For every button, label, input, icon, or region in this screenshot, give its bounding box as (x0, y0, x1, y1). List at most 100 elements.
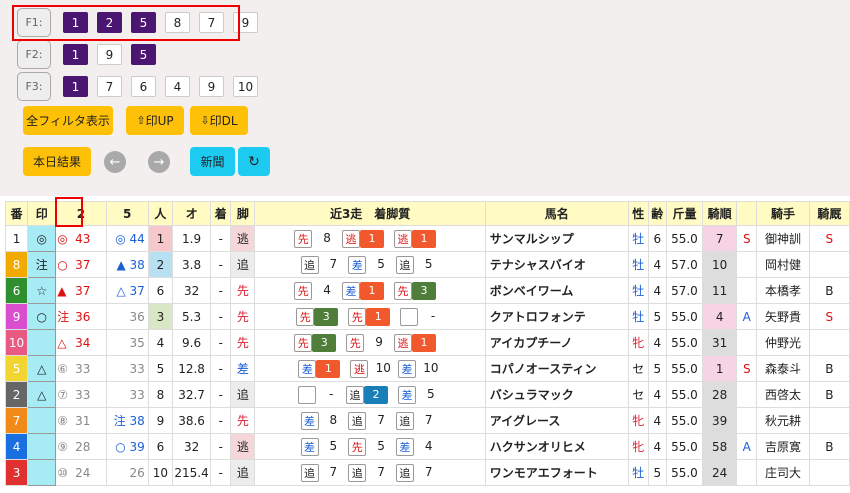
horse-number: 8 (4, 251, 29, 278)
column-header[interactable]: 騎厩 (808, 201, 850, 226)
column-header[interactable]: 騎手 (756, 201, 810, 226)
horse-number: 3 (4, 459, 29, 486)
mark-download-button[interactable]: ⇩ 印DL (190, 106, 248, 135)
filter-chip[interactable]: 10 (233, 76, 258, 97)
filter-chip[interactable]: 5 (131, 12, 156, 33)
finish: - (210, 303, 232, 330)
popularity: 3 (147, 303, 173, 330)
stable-class (808, 407, 850, 434)
show-all-filters-button[interactable]: 全フィルタ表示 (23, 106, 113, 135)
column-header[interactable]: 脚 (230, 201, 256, 226)
column-header[interactable]: 騎順 (702, 201, 738, 226)
filter-label-f2[interactable]: F2: (17, 40, 51, 69)
race-finish: 10 (375, 361, 391, 375)
recent-races: 差 5 先 5 差 4 (254, 433, 486, 460)
race-finish: 1 (411, 229, 436, 248)
race-finish: 7 (424, 413, 433, 427)
table-row[interactable]: 1 ◎ ◎ 43 ◎ 44 1 1.9- 逃先 8 逃 1 逃 1 サンマルシップ牡 6 55.0 7 S 御… (4, 225, 850, 252)
filter-chip[interactable]: 4 (165, 76, 190, 97)
column-header[interactable]: 性 (627, 201, 649, 226)
table-row[interactable]: 2 △ ⑦ 33 33 8 32.7- 追 - 追2差 5 バシュラマックセ 4 55.0 28… (4, 381, 850, 408)
filter-chip[interactable]: 6 (131, 76, 156, 97)
column-header[interactable]: 2 (55, 201, 107, 226)
next-arrow-icon[interactable]: → (148, 151, 170, 173)
column-header[interactable]: 着 (210, 201, 232, 226)
horse-name: バシュラマック (484, 381, 629, 408)
refresh-icon: ↻ (248, 153, 260, 170)
news-button[interactable]: 新聞 (190, 147, 235, 176)
col2-mark: ⑧ (57, 413, 69, 428)
race-finish: 7 (377, 465, 385, 479)
filter-chip[interactable]: 9 (233, 12, 258, 33)
odds: 5.3 (171, 303, 212, 330)
col2-mark: ⑩ (57, 465, 69, 480)
table-row[interactable]: 6 ☆ ▲ 37 △ 37 6 32- 先先 4 差 1 先 3 ボンベイワーム牡 4 57.0 11 本橋… (4, 277, 850, 304)
age: 5 (647, 355, 667, 382)
filter-chip[interactable]: 7 (97, 76, 122, 97)
jockey-class: S (736, 225, 758, 252)
filter-chip[interactable]: 1 (63, 76, 88, 97)
table-row[interactable]: 9 ○ 注 36 36 3 5.3- 先先 3 先 1 - クアトロフォンテ牡 5 55.0 4 A 矢野… (4, 303, 850, 330)
column-header[interactable]: 近3走 着脚質 (254, 201, 486, 226)
sex: 牡 (627, 225, 649, 252)
col2-points: 24 (75, 465, 91, 480)
mark-cell (27, 329, 57, 356)
today-results-button[interactable]: 本日結果 (23, 147, 91, 176)
table-row[interactable]: 8 注 ○ 37 ▲ 38 2 3.8- 追追 7 差 5 追 5 テナシャスバイオ牡 4 57… (4, 251, 850, 278)
column-header[interactable] (736, 201, 758, 226)
table-row[interactable]: 5 △ ⑥ 33 33 5 12.8- 差差 1 逃 10 差 10 コパノオースティンセ 5 5… (4, 355, 850, 382)
table-row[interactable]: 7⑧ 31 注 38 9 38.6- 先差 8 追 7 追 7 アイグレース牝 4 55.0… (4, 407, 850, 434)
filter-chip[interactable]: 1 (63, 44, 88, 65)
filter-chip[interactable]: 9 (199, 76, 224, 97)
col5-cell: ▲ 38 (105, 251, 149, 278)
running-style: 先 (230, 329, 256, 356)
mark-upload-button[interactable]: ⇧ 印UP (126, 106, 184, 135)
odds: 215.4 (171, 459, 212, 486)
popularity: 10 (147, 459, 173, 486)
column-header[interactable]: 5 (105, 201, 149, 226)
filter-chip[interactable]: 9 (97, 44, 122, 65)
col2-mark: ◎ (57, 231, 68, 246)
col2-cell: ▲ 37 (55, 277, 107, 304)
filter-chip[interactable]: 1 (63, 12, 88, 33)
col2-cell: ⑥ 33 (55, 355, 107, 382)
column-header[interactable]: 齢 (647, 201, 667, 226)
column-header[interactable]: 番 (4, 201, 29, 226)
column-header[interactable]: 斤量 (665, 201, 704, 226)
jockey: 秋元耕 (756, 407, 810, 434)
finish: - (210, 407, 232, 434)
col2-cell: ⑨ 28 (55, 433, 107, 460)
weight: 55.0 (665, 355, 704, 382)
column-header[interactable]: 馬名 (484, 201, 629, 226)
weight: 57.0 (665, 251, 704, 278)
filter-label-f3[interactable]: F3: (17, 72, 51, 101)
filter-label-f1[interactable]: F1: (17, 8, 51, 37)
prev-arrow-icon[interactable]: ← (104, 151, 126, 173)
race-style-badge: 逃 (393, 333, 412, 352)
stable-class: B (808, 355, 850, 382)
jockey-rank: 58 (702, 433, 738, 460)
jockey-class (736, 459, 758, 486)
popularity: 9 (147, 407, 173, 434)
filter-chip[interactable]: 5 (131, 44, 156, 65)
table-row[interactable]: 3⑩ 24 26 10 215.4- 追追 7 追 7 追 7 ワンモアエフォート牡 5… (4, 459, 850, 486)
filter-row-f3: F3: 1 7 6 4 9 10 (17, 72, 258, 101)
odds: 9.6 (171, 329, 212, 356)
table-row[interactable]: 4⑨ 28 ○ 39 6 32- 逃差 5 先 5 差 4 ハクサンオリヒメ牝 4 55.0… (4, 433, 850, 460)
age: 4 (647, 407, 667, 434)
filter-chip[interactable]: 8 (165, 12, 190, 33)
table-row[interactable]: 10 △ 34 35 4 9.6- 先先 3 先 9 逃 1 アイカプチーノ牝 4 55.0 31 仲野… (4, 329, 850, 356)
column-header[interactable]: オ (171, 201, 212, 226)
race-style-badge: 先 (393, 281, 412, 300)
col2-points: 33 (75, 387, 91, 402)
col5-cell: 注 38 (105, 407, 149, 434)
race-finish: 1 (411, 333, 436, 352)
filter-chip[interactable]: 7 (199, 12, 224, 33)
column-header[interactable]: 印 (27, 201, 57, 226)
filter-chip[interactable]: 2 (97, 12, 122, 33)
mark-cell: ◎ (27, 225, 57, 252)
refresh-button[interactable]: ↻ (238, 147, 270, 176)
mark-cell: 注 (27, 251, 57, 278)
race-finish: 3 (314, 307, 339, 326)
column-header[interactable]: 人 (147, 201, 173, 226)
